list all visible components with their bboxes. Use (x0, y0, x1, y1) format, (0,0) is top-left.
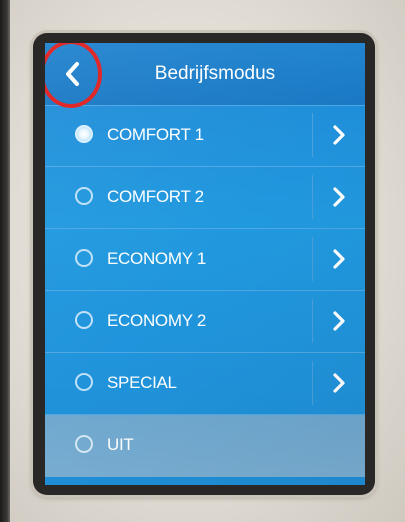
chevron-right-button[interactable] (312, 175, 365, 219)
mode-label: UIT (107, 435, 134, 454)
mode-item-uit[interactable]: UIT (45, 415, 365, 477)
mode-item-economy-1[interactable]: ECONOMY 1 (45, 229, 365, 291)
chevron-right-button[interactable] (312, 237, 365, 281)
chevron-right-button[interactable] (312, 361, 365, 405)
red-highlight-circle (45, 43, 102, 108)
radio-icon[interactable] (75, 435, 93, 453)
radio-icon[interactable] (75, 249, 93, 267)
radio-icon[interactable] (75, 187, 93, 205)
radio-selected-icon[interactable] (75, 125, 93, 143)
chevron-right-icon (333, 187, 345, 207)
touch-screen: Bedrijfsmodus COMFORT 1 COMFORT 2 ECONOM… (45, 43, 365, 485)
mode-item-economy-2[interactable]: ECONOMY 2 (45, 291, 365, 353)
page-title: Bedrijfsmodus (154, 63, 276, 84)
chevron-right-icon (333, 373, 345, 393)
radio-icon[interactable] (75, 373, 93, 391)
chevron-right-icon (333, 249, 345, 269)
mode-label: ECONOMY 1 (107, 249, 207, 268)
chevron-right-button[interactable] (312, 299, 365, 343)
header-bar: Bedrijfsmodus (45, 43, 365, 108)
mode-item-special[interactable]: SPECIAL (45, 353, 365, 415)
mode-label: COMFORT 1 (107, 125, 204, 144)
mode-list: COMFORT 1 COMFORT 2 ECONOMY 1 ECONOMY 2 (45, 105, 365, 477)
chevron-right-icon (333, 125, 345, 145)
chevron-right-button[interactable] (312, 113, 365, 157)
mode-label: ECONOMY 2 (107, 311, 207, 330)
mode-item-comfort-1[interactable]: COMFORT 1 (45, 105, 365, 167)
radio-icon[interactable] (75, 311, 93, 329)
mode-item-comfort-2[interactable]: COMFORT 2 (45, 167, 365, 229)
background-dark-edge (0, 0, 10, 522)
chevron-right-icon (333, 311, 345, 331)
mode-label: COMFORT 2 (107, 187, 204, 206)
mode-label: SPECIAL (107, 373, 177, 392)
